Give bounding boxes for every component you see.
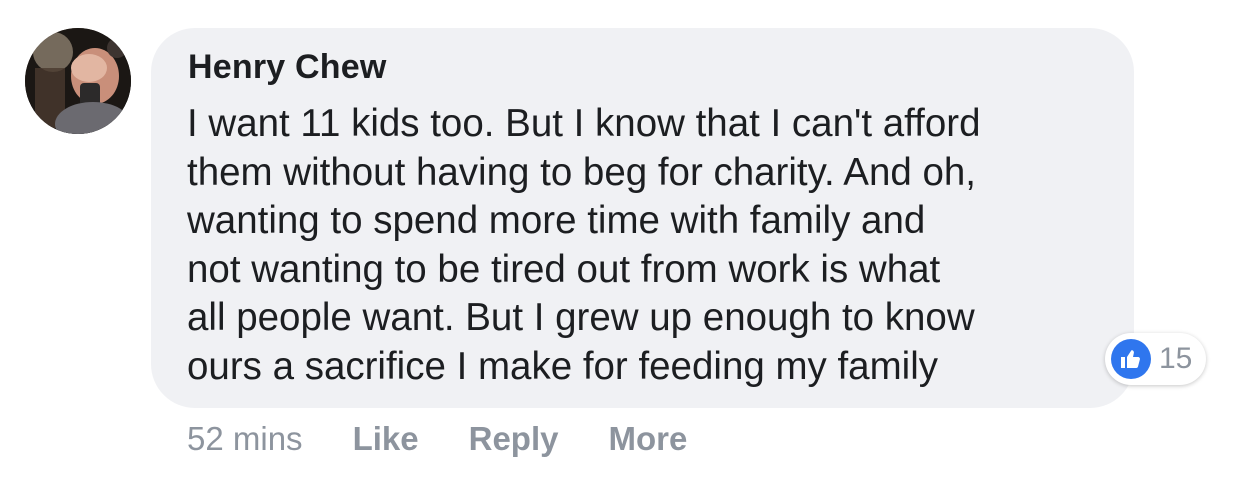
comment-actions: 52 mins Like Reply More — [187, 420, 737, 458]
thumbs-up-icon — [1111, 339, 1151, 379]
comment-timestamp[interactable]: 52 mins — [187, 420, 303, 458]
comment: Henry Chew I want 11 kids too. But I kno… — [0, 0, 1242, 492]
comment-text-line: them without having to beg for charity. … — [187, 150, 977, 194]
comment-text-line: ours a sacrifice I make for feeding my f… — [187, 344, 939, 388]
comment-text-line: all people want. But I grew up enough to… — [187, 296, 975, 339]
reply-button[interactable]: Reply — [469, 420, 559, 458]
avatar[interactable] — [25, 28, 131, 134]
comment-bubble: Henry Chew I want 11 kids too. But I kno… — [151, 28, 1134, 408]
reaction-count: 15 — [1159, 342, 1193, 375]
reaction-summary[interactable]: 15 — [1105, 333, 1207, 385]
comment-text: I want 11 kids too. But I know that I ca… — [187, 100, 1107, 391]
avatar-photo — [25, 28, 131, 134]
more-button[interactable]: More — [608, 420, 687, 458]
comment-author[interactable]: Henry Chew — [188, 48, 387, 87]
comment-text-line: not wanting to be tired out from work is… — [187, 247, 941, 291]
comment-text-line: wanting to spend more time with family a… — [187, 199, 926, 242]
comment-text-line: I want 11 kids too. But I know that I ca… — [187, 102, 981, 145]
like-button[interactable]: Like — [353, 420, 419, 458]
